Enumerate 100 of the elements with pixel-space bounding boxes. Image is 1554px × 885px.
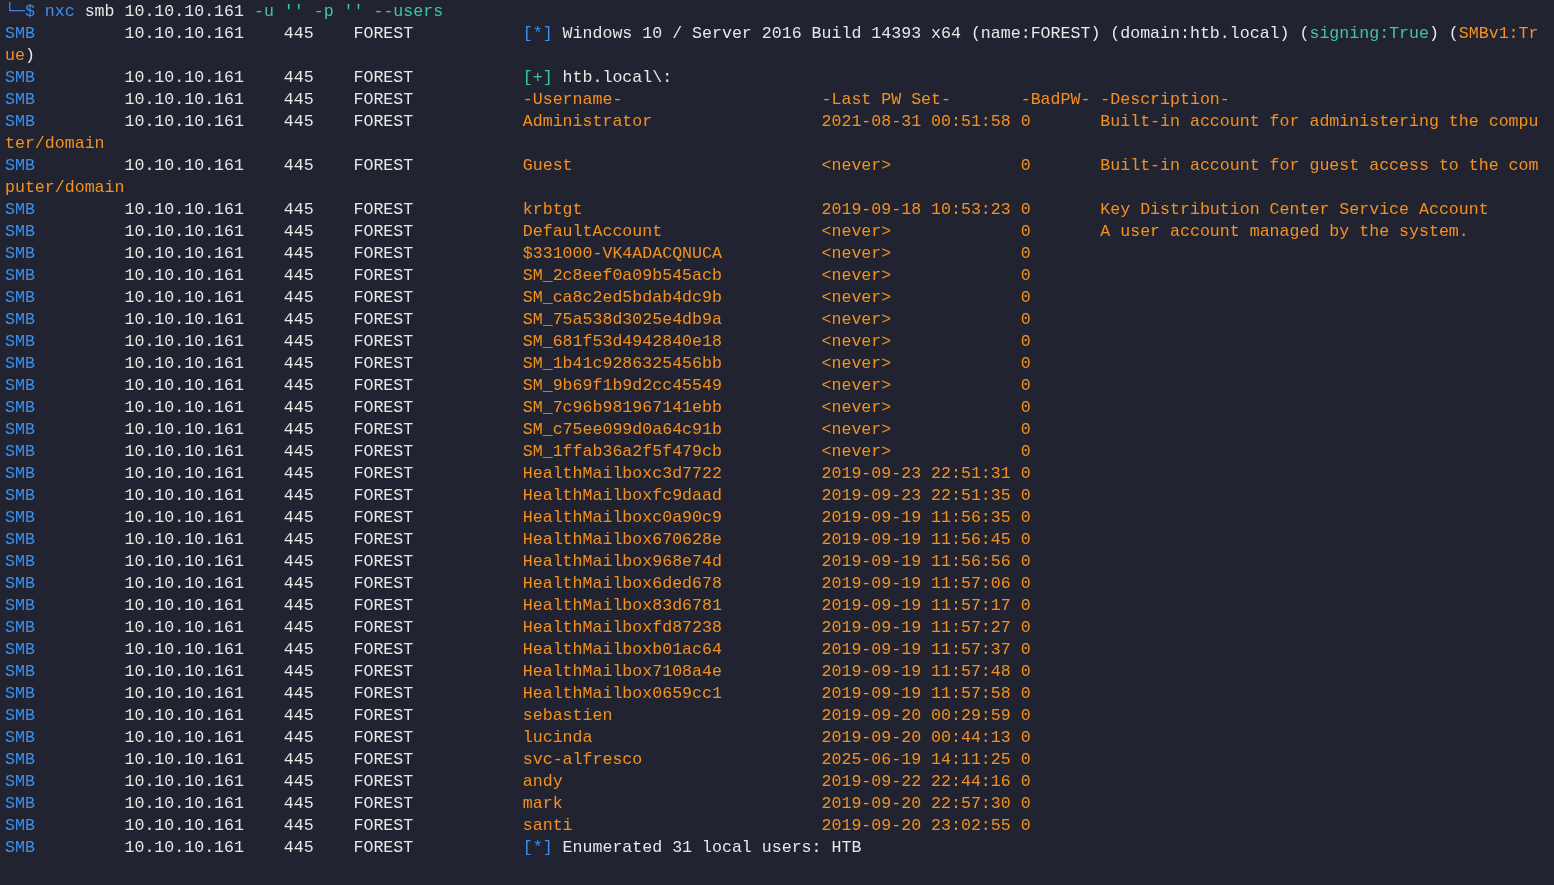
protocol-label: SMB [5, 552, 35, 571]
protocol-label: SMB [5, 68, 35, 87]
user-name: HealthMailboxc0a90c9 [522, 508, 722, 527]
wrapped-text: ue) [5, 45, 35, 67]
host-address: 10.10.10.161 [124, 112, 244, 131]
host-name: FOREST [353, 574, 414, 593]
account-description: A user account managed by the system. [1100, 221, 1469, 243]
user-name: SM_c75ee099d0a64c91b [522, 420, 722, 439]
password-set-date: <never> [821, 288, 892, 307]
host-address: 10.10.10.161 [124, 750, 244, 769]
user-name: DefaultAccount [522, 222, 663, 241]
password-set-date: <never> [821, 442, 892, 461]
user-name: HealthMailboxc3d7722 [522, 464, 722, 483]
host-address: 10.10.10.161 [124, 816, 244, 835]
bad-password-count: 0 [1020, 662, 1031, 681]
port-number: 445 [283, 838, 314, 857]
protocol-label: SMB [5, 376, 35, 395]
bad-password-count: 0 [1020, 618, 1031, 637]
host-address: 10.10.10.161 [124, 266, 244, 285]
bad-password-count: 0 [1020, 354, 1031, 373]
user-name: HealthMailbox83d6781 [522, 596, 722, 615]
bad-password-count: 0 [1020, 728, 1031, 747]
password-set-date: 2019-09-20 22:57:30 [821, 794, 1011, 813]
protocol-label: SMB [5, 200, 35, 219]
protocol-label: SMB [5, 266, 35, 285]
user-name: SM_2c8eef0a09b545acb [522, 266, 722, 285]
host-name: FOREST [353, 596, 414, 615]
host-name: FOREST [353, 552, 414, 571]
status-marker: [*] [522, 837, 553, 859]
host-name: FOREST [353, 618, 414, 637]
bad-password-count: 0 [1020, 508, 1031, 527]
user-name: SM_9b69f1b9d2cc45549 [522, 376, 722, 395]
host-address: 10.10.10.161 [124, 772, 244, 791]
port-number: 445 [283, 552, 314, 571]
column-header: -Description- [1100, 89, 1230, 111]
bad-password-count: 0 [1020, 442, 1031, 461]
host-address: 10.10.10.161 [124, 310, 244, 329]
port-number: 445 [283, 486, 314, 505]
column-header: -Last PW Set- [821, 90, 951, 109]
user-name: SM_75a538d3025e4db9a [522, 310, 722, 329]
bad-password-count: 0 [1020, 816, 1031, 835]
host-address: 10.10.10.161 [124, 838, 244, 857]
bad-password-count: 0 [1020, 706, 1031, 725]
password-set-date: 2019-09-19 11:57:27 [821, 618, 1011, 637]
host-address: 10.10.10.161 [124, 24, 244, 43]
protocol-label: SMB [5, 530, 35, 549]
bad-password-count: 0 [1020, 420, 1031, 439]
host-address: 10.10.10.161 [124, 618, 244, 637]
port-number: 445 [283, 266, 314, 285]
protocol-label: SMB [5, 90, 35, 109]
host-name: FOREST [353, 288, 414, 307]
status-marker: [*] [522, 23, 553, 45]
column-header: -BadPW- [1020, 90, 1091, 109]
port-number: 445 [283, 222, 314, 241]
user-name: Administrator [522, 112, 653, 131]
bad-password-count: 0 [1020, 398, 1031, 417]
command-arguments: smb 10.10.10.161 [84, 1, 244, 23]
host-address: 10.10.10.161 [124, 684, 244, 703]
prompt-symbol: └─$ [5, 1, 35, 23]
port-number: 445 [283, 530, 314, 549]
password-set-date: <never> [821, 266, 892, 285]
port-number: 445 [283, 662, 314, 681]
host-name: FOREST [353, 464, 414, 483]
bad-password-count: 0 [1020, 244, 1031, 263]
port-number: 445 [283, 816, 314, 835]
host-name: FOREST [353, 530, 414, 549]
status-marker: [+] [522, 67, 553, 89]
bad-password-count: 0 [1020, 750, 1031, 769]
host-address: 10.10.10.161 [124, 596, 244, 615]
host-name: FOREST [353, 310, 414, 329]
user-name: SM_1ffab36a2f5f479cb [522, 442, 722, 461]
port-number: 445 [283, 156, 314, 175]
password-set-date: 2019-09-19 11:57:48 [821, 662, 1011, 681]
host-name: FOREST [353, 112, 414, 131]
user-name: sebastien [522, 706, 613, 725]
user-name: SM_1b41c9286325456bb [522, 354, 722, 373]
host-address: 10.10.10.161 [124, 222, 244, 241]
port-number: 445 [283, 398, 314, 417]
host-address: 10.10.10.161 [124, 706, 244, 725]
port-number: 445 [283, 640, 314, 659]
password-set-date: 2025-06-19 14:11:25 [821, 750, 1011, 769]
protocol-label: SMB [5, 442, 35, 461]
protocol-label: SMB [5, 596, 35, 615]
account-description: Key Distribution Center Service Account [1100, 199, 1489, 221]
host-address: 10.10.10.161 [124, 376, 244, 395]
port-number: 445 [283, 684, 314, 703]
protocol-label: SMB [5, 398, 35, 417]
port-number: 445 [283, 288, 314, 307]
port-number: 445 [283, 90, 314, 109]
host-address: 10.10.10.161 [124, 200, 244, 219]
protocol-label: SMB [5, 288, 35, 307]
bad-password-count: 0 [1020, 376, 1031, 395]
user-name: santi [522, 816, 573, 835]
password-set-date: 2019-09-23 22:51:31 [821, 464, 1011, 483]
user-name: HealthMailbox968e74d [522, 552, 722, 571]
user-name: HealthMailbox7108a4e [522, 662, 722, 681]
bad-password-count: 0 [1020, 332, 1031, 351]
protocol-label: SMB [5, 486, 35, 505]
port-number: 445 [283, 24, 314, 43]
user-name: HealthMailboxfd87238 [522, 618, 722, 637]
